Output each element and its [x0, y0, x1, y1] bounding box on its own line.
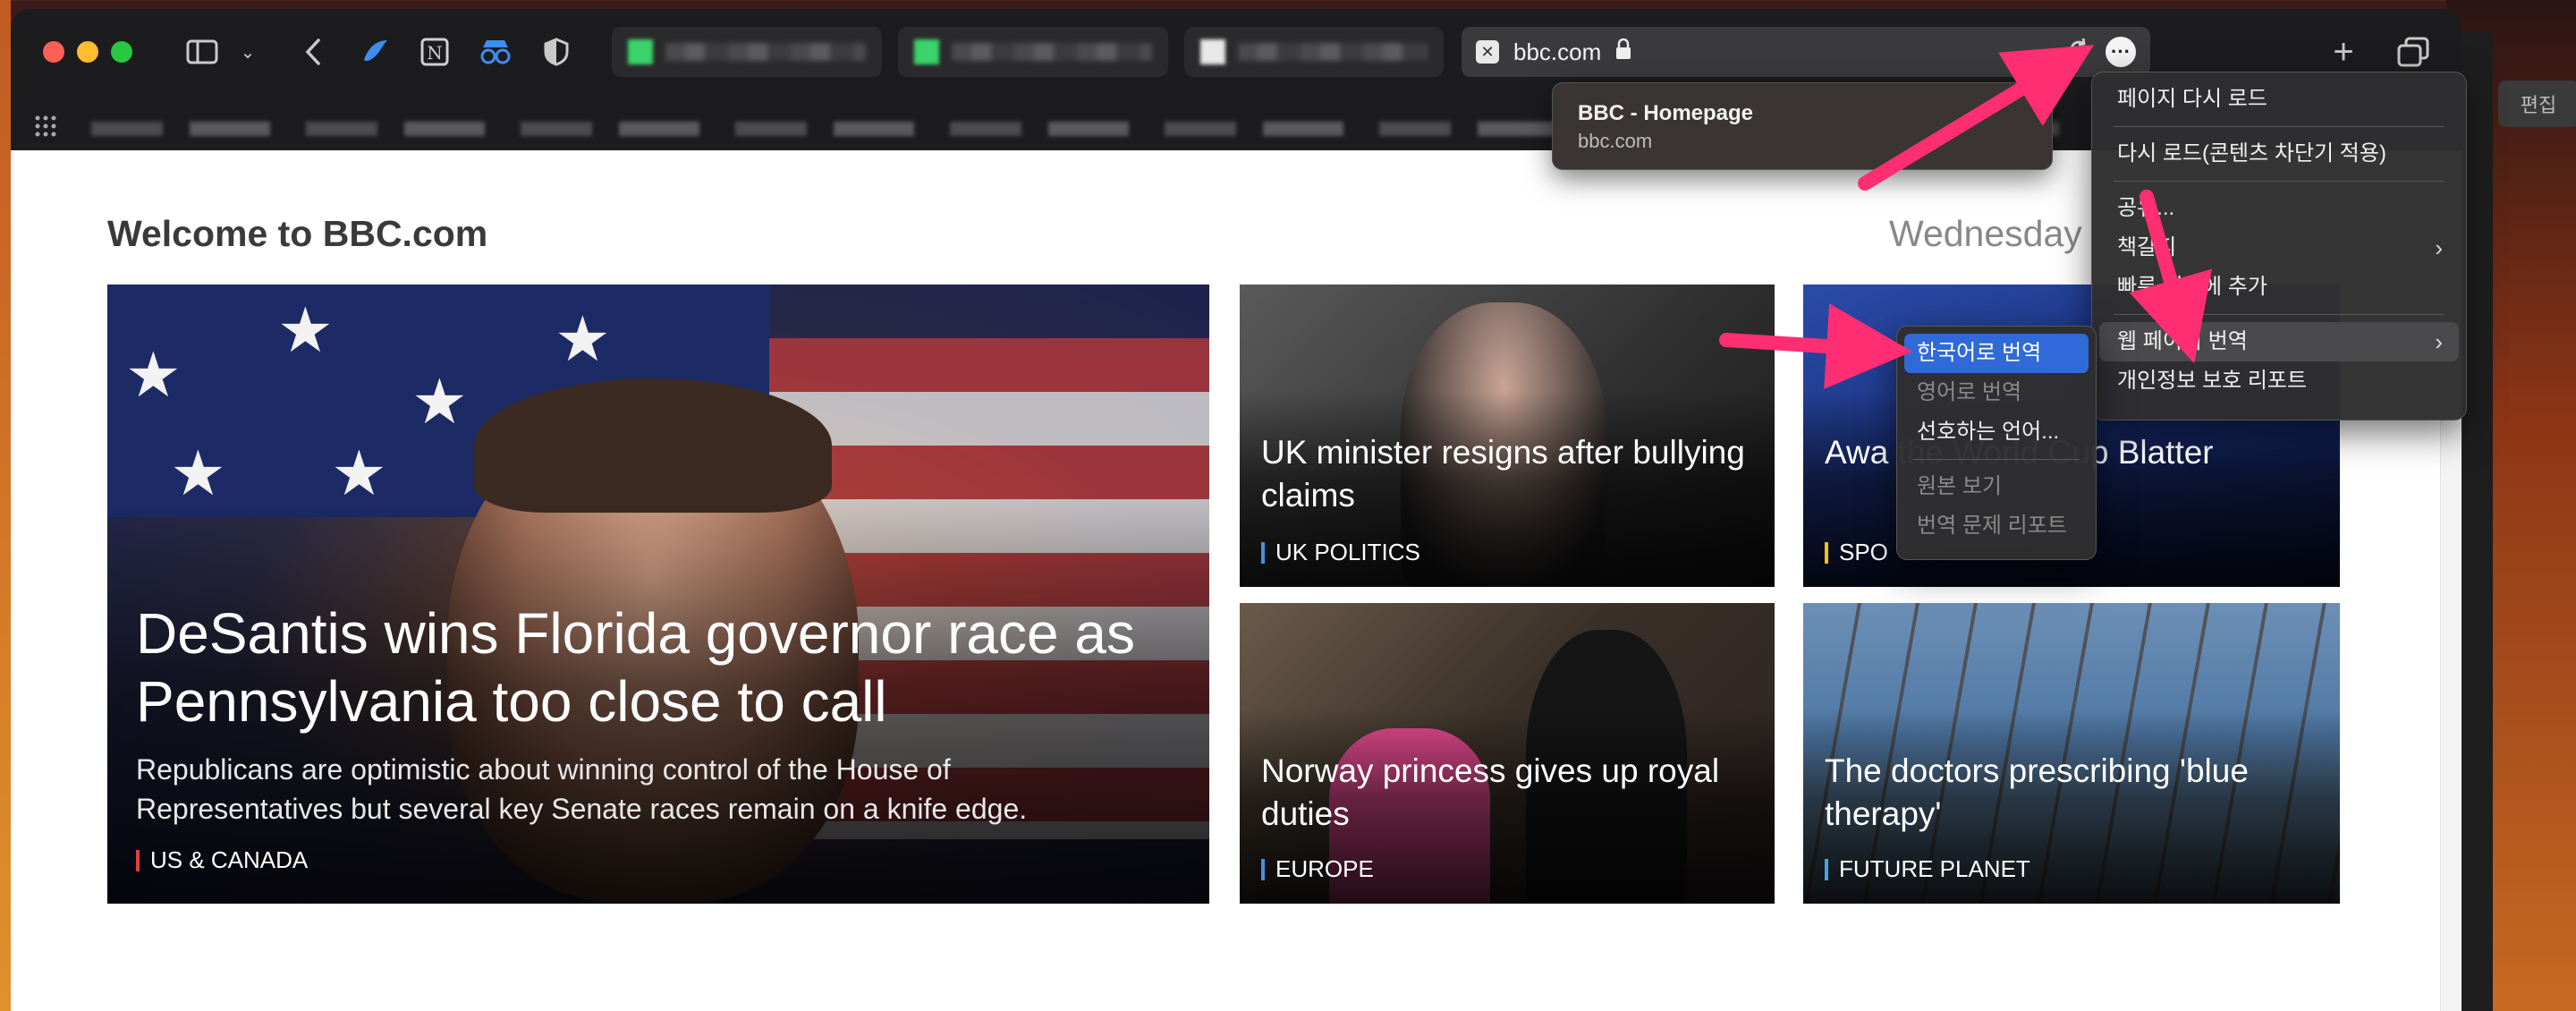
- main-story-tag[interactable]: US & CANADA: [136, 846, 308, 874]
- tab-blurred-3[interactable]: [1184, 27, 1444, 77]
- menu-item-reload[interactable]: 페이지 다시 로드: [2099, 80, 2459, 119]
- plus-icon[interactable]: +: [2326, 32, 2361, 72]
- svg-text:N: N: [427, 42, 443, 64]
- main-story-card[interactable]: ★ ★ ★ ★ ★ ★ ★ DeSantis wins Florida gove…: [107, 285, 1209, 904]
- main-story-headline[interactable]: DeSantis wins Florida governor race as P…: [136, 599, 1188, 735]
- shield-icon[interactable]: [538, 34, 574, 70]
- menu-item-bookmark[interactable]: 책갈피 ›: [2099, 228, 2459, 268]
- close-window-button[interactable]: [43, 41, 64, 63]
- doctors-story-tag[interactable]: FUTURE PLANET: [1825, 855, 2030, 883]
- submenu-preferred-languages[interactable]: 선호하는 언어...: [1904, 412, 2089, 452]
- tab-blurred-2[interactable]: [898, 27, 1168, 77]
- edit-button[interactable]: 편집: [2498, 81, 2576, 127]
- submenu-translate-english: 영어로 번역: [1917, 380, 2022, 404]
- uk-story-headline[interactable]: UK minister resigns after bullying claim…: [1261, 431, 1753, 517]
- norway-story-card[interactable]: Norway princess gives up royal duties EU…: [1240, 603, 1775, 904]
- norway-story-tag[interactable]: EUROPE: [1261, 855, 1374, 883]
- address-bar[interactable]: ✕ bbc.com ···: [1462, 27, 2150, 77]
- submenu-translate-korean[interactable]: 한국어로 번역: [1904, 334, 2089, 373]
- date-text: Wednesday: [1889, 213, 2082, 254]
- menu-item-quick-note[interactable]: 빠른 메모에 추가: [2099, 268, 2459, 307]
- desktop-wallpaper-left: [0, 0, 11, 1011]
- sport-story-tag[interactable]: SPO: [1825, 539, 1888, 566]
- tooltip-subtitle: bbc.com: [1578, 130, 1653, 152]
- web-page: Welcome to BBC.com Wednesday ★ ★ ★ ★ ★ ★…: [11, 150, 2440, 1011]
- chevron-right-icon: ›: [2435, 234, 2443, 261]
- grid-icon[interactable]: [34, 115, 57, 144]
- minimize-window-button[interactable]: [77, 41, 98, 63]
- spy-extension-icon[interactable]: [474, 34, 517, 70]
- menu-item-translate-label: 웹 페이지 번역: [2117, 329, 2248, 353]
- tooltip-title: BBC - Homepage: [1578, 101, 1754, 125]
- main-story-summary: Republicans are optimistic about winning…: [136, 753, 1028, 825]
- tab-tooltip: BBC - Homepage bbc.com: [1552, 82, 2053, 170]
- extension-bird-icon[interactable]: [356, 34, 395, 70]
- menu-item-reload-with-blockers[interactable]: 다시 로드(콘텐츠 차단기 적용): [2099, 134, 2459, 174]
- menu-item-share[interactable]: 공유...: [2099, 189, 2459, 228]
- menu-item-privacy-report[interactable]: 개인정보 보호 리포트: [2099, 361, 2459, 401]
- lock-icon: [1615, 38, 1631, 65]
- back-icon[interactable]: [295, 34, 331, 70]
- page-menu: 페이지 다시 로드 다시 로드(콘텐츠 차단기 적용) 공유... 책갈피 › 빠…: [2091, 72, 2467, 421]
- address-url[interactable]: bbc.com: [1513, 38, 1601, 66]
- submenu-report-translation-issue: 번역 문제 리포트: [1917, 514, 2067, 538]
- tab-blurred-1[interactable]: [612, 27, 882, 77]
- reload-icon[interactable]: [2066, 37, 2091, 68]
- doctors-story-headline[interactable]: The doctors prescribing 'blue therapy': [1825, 750, 2318, 836]
- zoom-window-button[interactable]: [111, 41, 132, 63]
- submenu-show-original: 원본 보기: [1917, 474, 2002, 498]
- window-controls: [43, 41, 132, 63]
- tabs-overview-icon[interactable]: [2394, 34, 2433, 70]
- norway-story-headline[interactable]: Norway princess gives up royal duties: [1261, 750, 1753, 836]
- uk-story-card[interactable]: UK minister resigns after bullying claim…: [1240, 285, 1775, 587]
- uk-story-tag[interactable]: UK POLITICS: [1261, 539, 1420, 566]
- translate-submenu: 한국어로 번역 영어로 번역 선호하는 언어... 원본 보기 번역 문제 리포…: [1896, 326, 2097, 560]
- sidebar-icon[interactable]: [182, 34, 222, 70]
- menu-item-translate[interactable]: 웹 페이지 번역 ›: [2099, 322, 2459, 361]
- more-icon[interactable]: ···: [2106, 37, 2136, 67]
- menu-item-bookmark-label: 책갈피: [2117, 235, 2177, 259]
- page-title: Welcome to BBC.com: [107, 213, 488, 254]
- chevron-right-icon: ›: [2435, 328, 2443, 355]
- doctors-story-card[interactable]: The doctors prescribing 'blue therapy' F…: [1803, 603, 2340, 904]
- site-favicon-icon: ✕: [1476, 40, 1499, 64]
- chevron-down-icon[interactable]: ⌄: [234, 34, 261, 70]
- notion-extension-icon[interactable]: N: [415, 34, 454, 70]
